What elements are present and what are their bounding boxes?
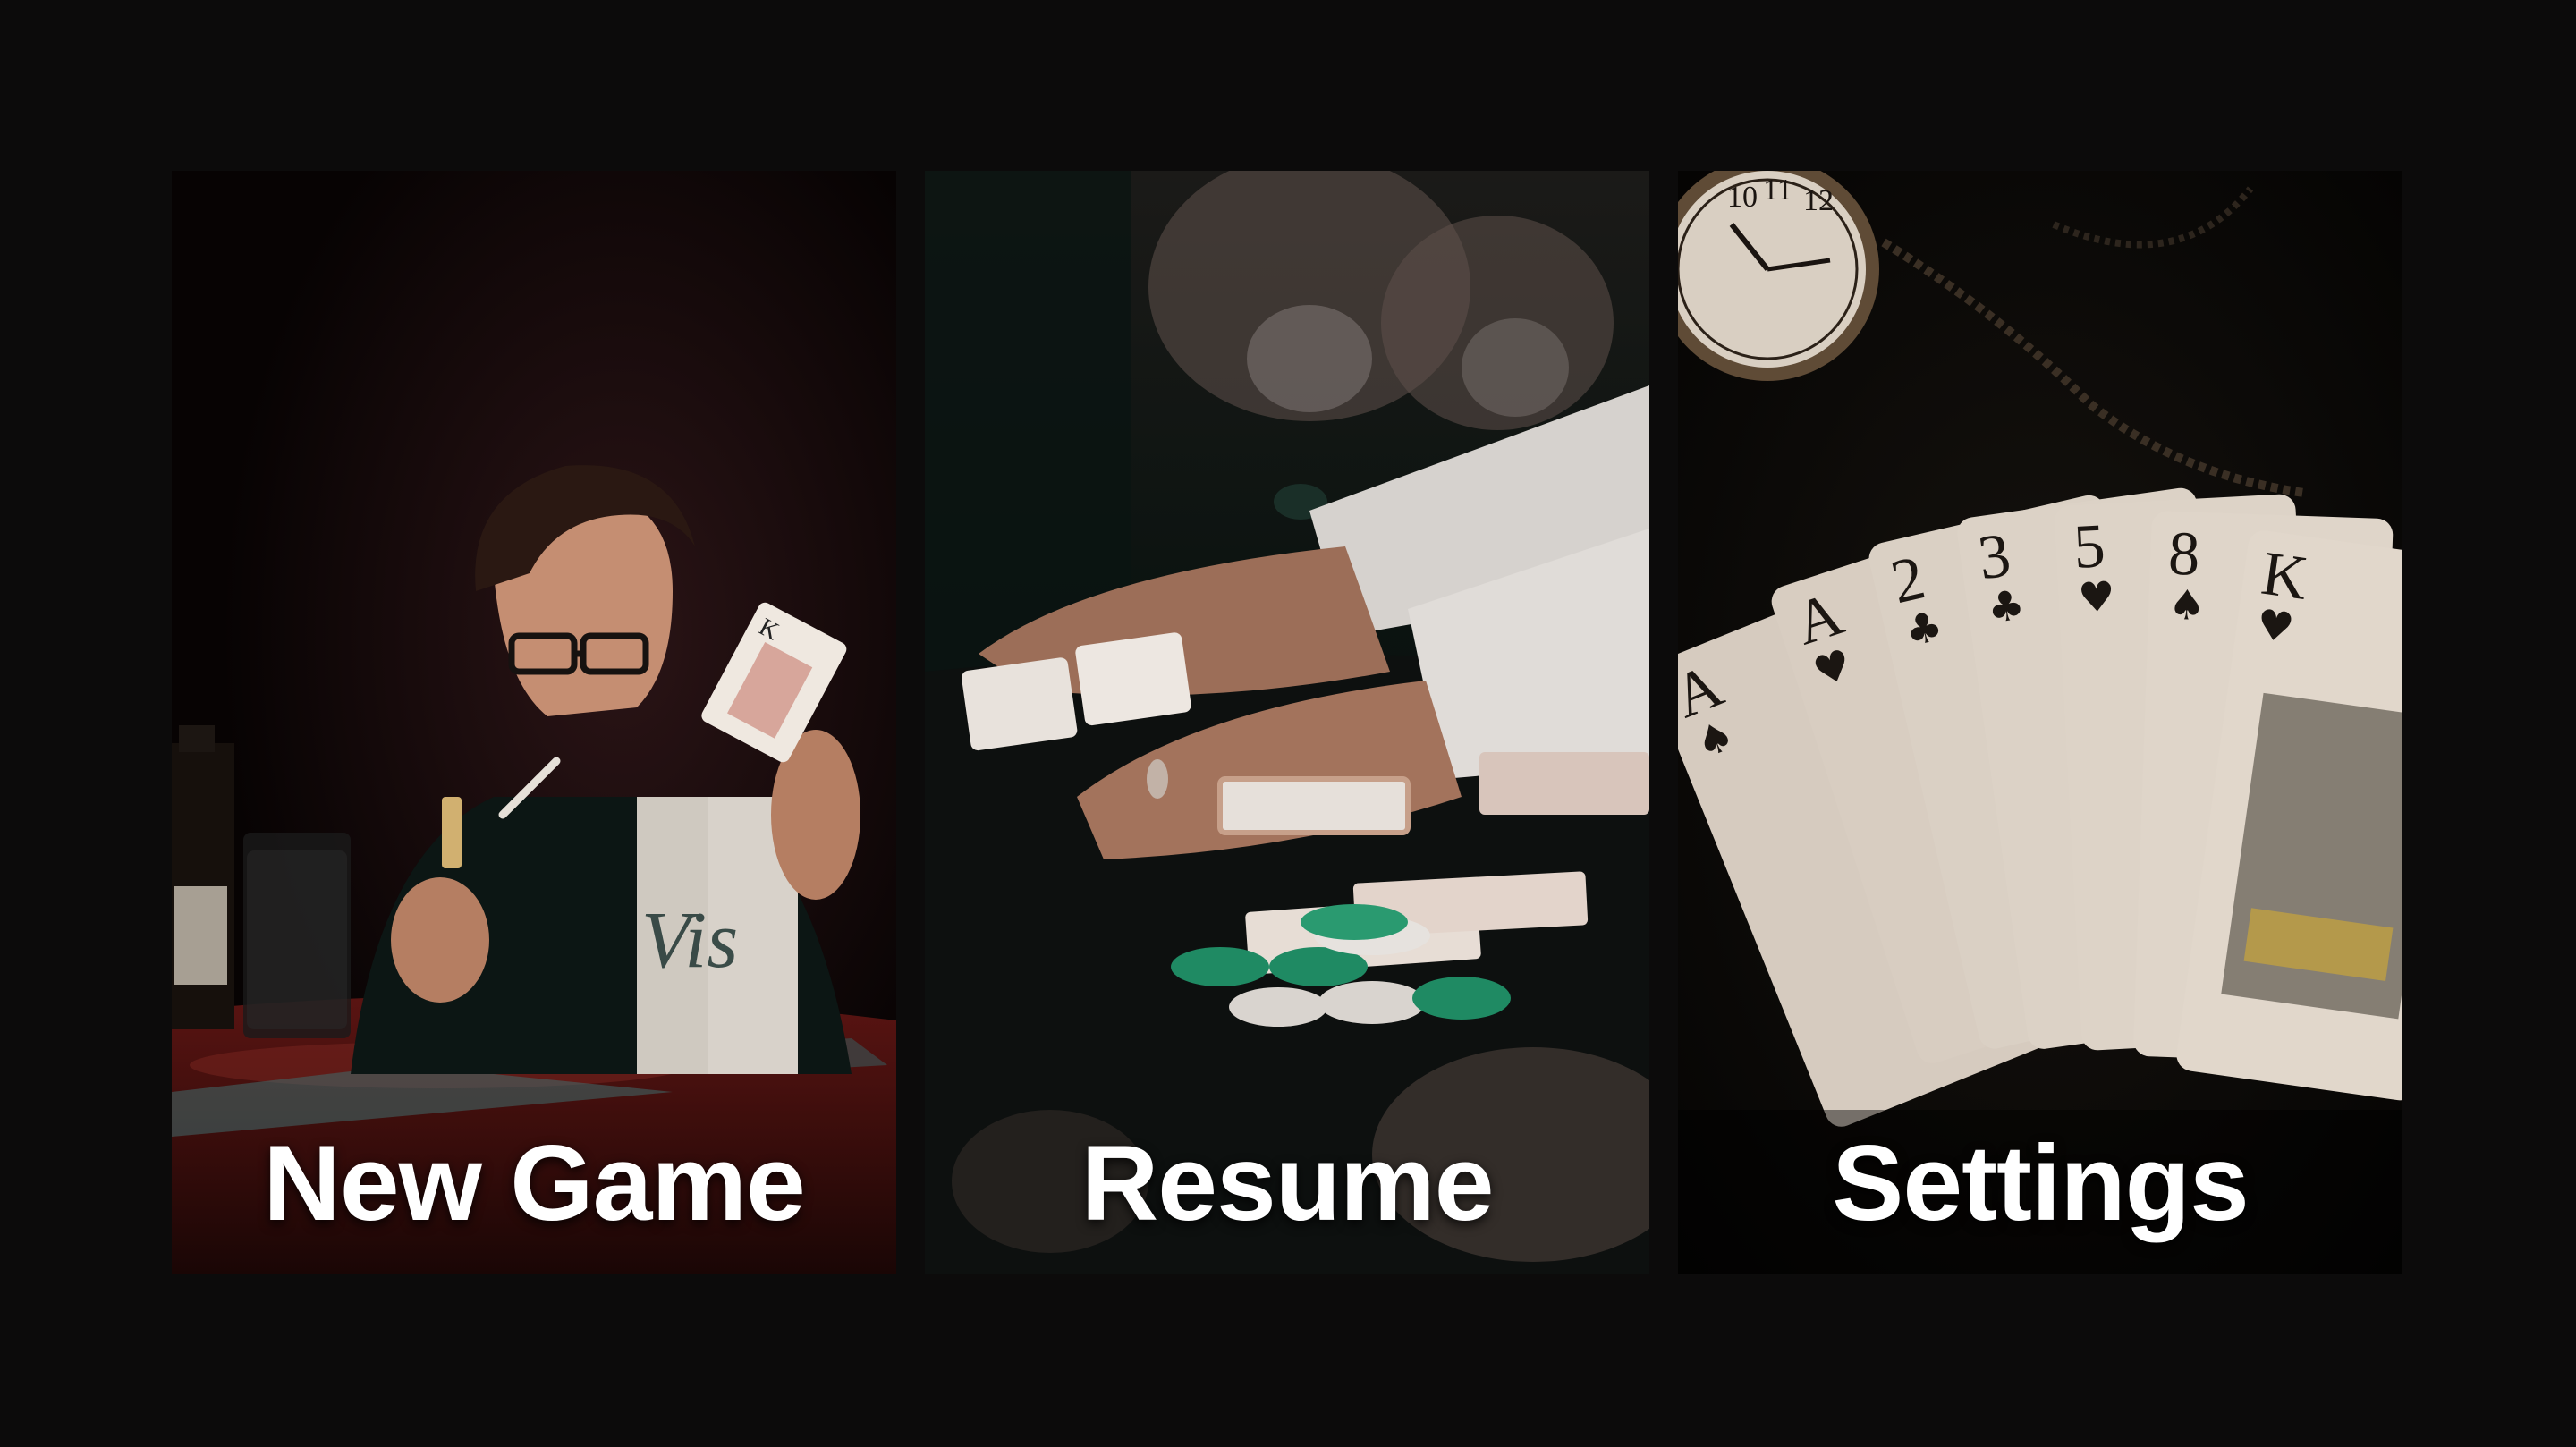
card-fan-photo: 10 11 12 A ♠ A ♥ 2 ♣ 3 ♣ 5 ♥ 8 ♠ K ♥: [1678, 171, 2402, 1274]
new-game-card[interactable]: Vis K New Game: [172, 171, 896, 1274]
svg-text:♣: ♣: [1985, 580, 2028, 632]
new-game-label: New Game: [263, 1123, 806, 1243]
svg-text:♥: ♥: [2077, 572, 2116, 622]
resume-label: Resume: [1080, 1123, 1495, 1243]
svg-text:8: 8: [2167, 520, 2201, 589]
svg-text:11: 11: [1763, 173, 1792, 207]
svg-text:♥: ♥: [2254, 599, 2297, 652]
svg-text:10: 10: [1727, 181, 1758, 214]
dealer-hands-photo: [925, 171, 1649, 1274]
settings-label: Settings: [1832, 1123, 2249, 1243]
svg-text:12: 12: [1803, 184, 1834, 217]
svg-text:Vis: Vis: [641, 896, 738, 985]
main-menu: Vis K New Game Resume 10 11 12 A ♠ A ♥ 2…: [0, 0, 2576, 1447]
settings-card[interactable]: 10 11 12 A ♠ A ♥ 2 ♣ 3 ♣ 5 ♥ 8 ♠ K ♥ Set…: [1678, 171, 2402, 1274]
resume-card[interactable]: Resume: [925, 171, 1649, 1274]
svg-text:5: 5: [2072, 512, 2106, 582]
svg-text:♠: ♠: [2167, 580, 2206, 630]
card-player-photo: Vis K: [172, 171, 896, 1274]
